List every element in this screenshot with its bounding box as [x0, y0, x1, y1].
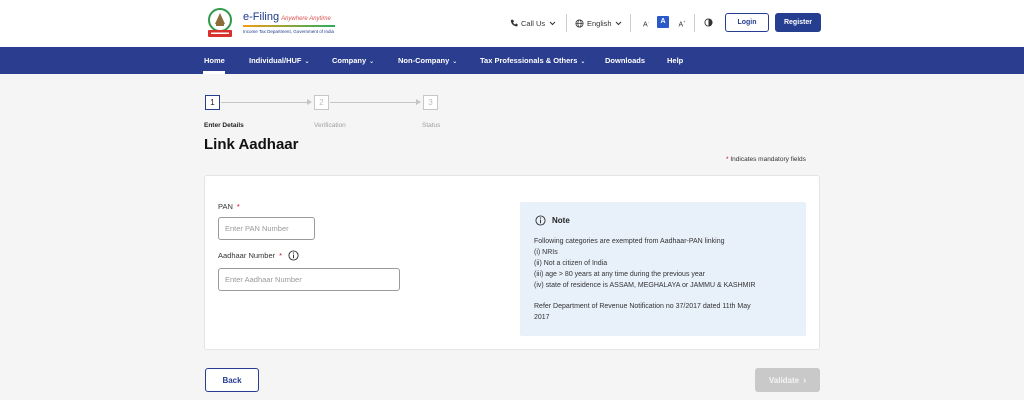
mandatory-note: * Indicates mandatory fields [726, 156, 806, 163]
logo-underline [243, 25, 335, 27]
validate-button[interactable]: Validate › [755, 368, 820, 392]
step-3-label: Status [422, 122, 441, 129]
nav-item-help[interactable]: Help [667, 56, 683, 65]
note-line: (iii) age > 80 years at any time during … [534, 271, 706, 278]
divider [630, 14, 631, 32]
font-normal-button[interactable]: A [657, 16, 669, 28]
nav-item-tax-professionals[interactable]: Tax Professionals & Others ⌄ [480, 56, 585, 65]
step-connector [330, 102, 418, 103]
chevron-down-icon [549, 21, 556, 25]
nav-item-company[interactable]: Company ⌄ [332, 56, 374, 65]
page-title: Link Aadhaar [204, 136, 299, 153]
emblem-icon [208, 8, 232, 37]
required-asterisk: * [236, 202, 240, 211]
aadhaar-input[interactable] [218, 268, 400, 291]
chevron-down-icon: ⌄ [452, 59, 458, 65]
efiling-logo[interactable]: e-Filing Anywhere Anytime Income Tax Depa… [205, 7, 337, 39]
nav-item-home[interactable]: Home [204, 56, 225, 65]
main-nav: Home Individual/HUF ⌄ Company ⌄ Non-Compan… [0, 47, 1024, 74]
nav-item-downloads[interactable]: Downloads [605, 56, 645, 65]
note-line: (ii) Not a citizen of India [534, 260, 608, 267]
info-icon [535, 215, 546, 226]
nav-item-individual-huf[interactable]: Individual/HUF ⌄ [249, 56, 310, 65]
language-label: English [587, 18, 612, 28]
step-1-label: Enter Details [204, 122, 244, 129]
call-us-label: Call Us [521, 18, 546, 28]
pan-label: PAN * [218, 202, 240, 211]
font-decrease-button[interactable]: A- [640, 16, 652, 28]
globe-icon [575, 18, 584, 28]
language-selector[interactable]: English [575, 15, 622, 31]
divider [566, 14, 567, 32]
login-button[interactable]: Login [725, 13, 769, 32]
note-panel: Note Following categories are exempted f… [520, 202, 806, 336]
phone-icon [510, 19, 518, 27]
contrast-icon[interactable] [704, 18, 713, 27]
chevron-down-icon: ⌄ [304, 59, 310, 65]
top-header: e-Filing Anywhere Anytime Income Tax Depa… [0, 0, 1024, 47]
step-1-indicator: 1 [205, 95, 220, 110]
note-line: (i) NRIs [534, 249, 558, 256]
arrow-right-icon [416, 99, 421, 105]
note-line: Following categories are exempted from A… [534, 238, 725, 245]
info-icon[interactable] [288, 250, 299, 261]
step-connector [221, 102, 309, 103]
required-asterisk: * [726, 156, 729, 163]
note-line: 2017 [534, 314, 550, 321]
note-title: Note [535, 215, 570, 226]
call-us-menu[interactable]: Call Us [510, 15, 556, 31]
chevron-down-icon: ⌄ [580, 59, 586, 65]
chevron-right-icon: › [803, 375, 807, 385]
pan-input[interactable] [218, 217, 315, 240]
chevron-down-icon [615, 21, 621, 25]
arrow-right-icon [307, 99, 312, 105]
note-line: (iv) state of residence is ASSAM, MEGHAL… [534, 282, 756, 289]
step-2-indicator: 2 [314, 95, 329, 110]
logo-tagline: Anywhere Anytime [281, 16, 331, 22]
step-3-indicator: 3 [423, 95, 438, 110]
required-asterisk: * [279, 251, 283, 260]
nav-item-non-company[interactable]: Non-Company ⌄ [398, 56, 457, 65]
nav-active-indicator [203, 71, 225, 74]
divider [694, 14, 695, 32]
font-increase-button[interactable]: A+ [676, 16, 688, 28]
note-line: Refer Department of Revenue Notification… [534, 303, 751, 310]
register-button[interactable]: Register [775, 13, 821, 32]
logo-title: e-Filing Anywhere Anytime [243, 11, 331, 23]
aadhaar-label: Aadhaar Number * [218, 250, 299, 261]
logo-subtitle: Income Tax Department, Government of Ind… [243, 29, 334, 34]
chevron-down-icon: ⌄ [369, 59, 375, 65]
step-2-label: Verification [314, 122, 346, 129]
back-button[interactable]: Back [205, 368, 259, 392]
